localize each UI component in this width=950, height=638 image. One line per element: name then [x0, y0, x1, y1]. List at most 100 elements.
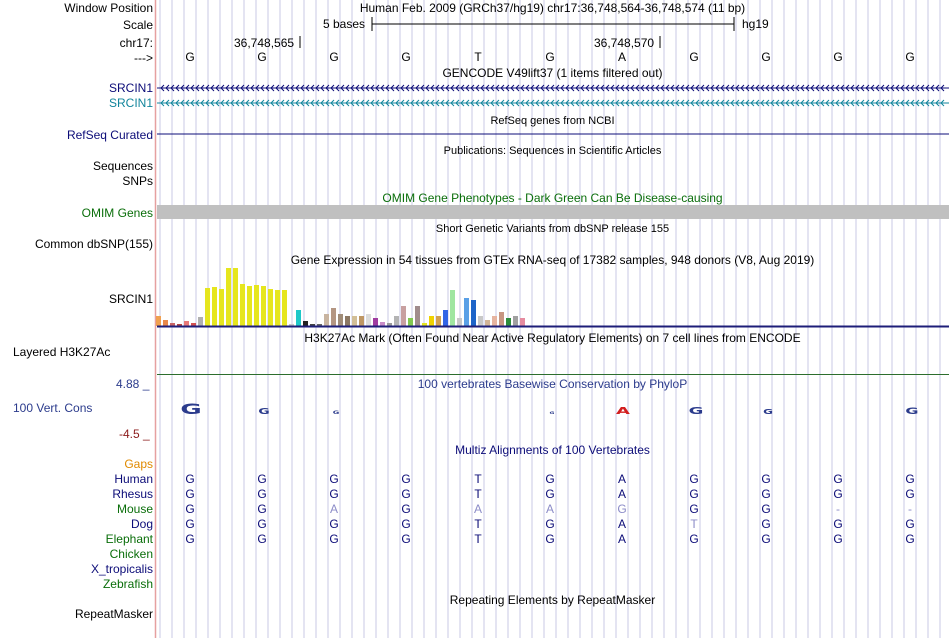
refseq-track-title: RefSeq genes from NCBI	[490, 115, 615, 127]
gtex-tissue-bar	[247, 286, 252, 326]
gtex-tissue-bar	[275, 290, 280, 326]
gtex-tissue-bar	[520, 318, 525, 326]
multiz-aligned-base: G	[257, 532, 267, 546]
multiz-aligned-base: G	[833, 532, 843, 546]
reference-base: T	[474, 50, 482, 64]
gtex-tissue-bar	[359, 316, 364, 326]
reference-base: G	[545, 50, 555, 64]
publications-label-snps[interactable]: SNPs	[122, 174, 153, 188]
refseq-track-label[interactable]: RefSeq Curated	[67, 128, 153, 142]
phylop-logo-letter: G	[333, 410, 340, 415]
multiz-aligned-base: G	[329, 517, 339, 531]
multiz-aligned-base: -	[908, 502, 912, 516]
gencode-track-title: GENCODE V49lift37 (1 items filtered out)	[442, 66, 663, 80]
gtex-tissue-bar	[478, 316, 483, 326]
reference-base: G	[761, 50, 771, 64]
gtex-track-label[interactable]: SRCIN1	[109, 292, 153, 306]
multiz-aligned-base: -	[836, 502, 840, 516]
multiz-aligned-base: G	[257, 487, 267, 501]
gtex-tissue-bar	[261, 286, 266, 326]
multiz-aligned-base: G	[761, 487, 771, 501]
multiz-aligned-base: G	[401, 487, 411, 501]
gtex-tissue-bar	[429, 316, 434, 326]
gtex-tissue-bar	[303, 321, 308, 326]
multiz-species-label[interactable]: Chicken	[110, 547, 153, 561]
gtex-tissue-bar	[492, 316, 497, 326]
multiz-aligned-base: G	[545, 487, 555, 501]
reference-base: G	[257, 50, 267, 64]
dbsnp-track-label[interactable]: Common dbSNP(155)	[35, 237, 153, 251]
phylop-logo-letter: G	[258, 407, 269, 416]
phylop-logo-letter: A	[616, 406, 631, 417]
multiz-gaps-label[interactable]: Gaps	[124, 457, 153, 471]
reference-base: G	[329, 50, 339, 64]
multiz-aligned-base: G	[761, 472, 771, 486]
phylop-min-label: -4.5 _	[119, 427, 150, 441]
multiz-aligned-base: G	[257, 472, 267, 486]
multiz-species-label[interactable]: Rhesus	[112, 487, 153, 501]
multiz-aligned-base: G	[689, 502, 699, 516]
phylop-logo-letter: G	[550, 411, 555, 415]
gtex-tissue-bar	[219, 289, 224, 326]
gtex-tissue-bar	[380, 322, 385, 326]
gtex-tissue-bar	[471, 300, 476, 326]
omim-track-title: OMIM Gene Phenotypes - Dark Green Can Be…	[382, 191, 723, 205]
multiz-aligned-base: A	[545, 502, 554, 516]
gtex-tissue-bar	[233, 268, 238, 326]
gtex-track-title: Gene Expression in 54 tissues from GTEx …	[290, 253, 815, 267]
multiz-aligned-base: G	[401, 532, 411, 546]
publications-label-sequences[interactable]: Sequences	[93, 159, 153, 173]
gencode-item-label-2[interactable]: SRCIN1	[109, 96, 153, 110]
multiz-aligned-base: G	[257, 517, 267, 531]
multiz-species-label[interactable]: X_tropicalis	[91, 562, 153, 576]
gtex-tissue-bar	[163, 320, 168, 326]
gtex-tissue-bar	[205, 288, 210, 326]
multiz-species-label[interactable]: Dog	[131, 517, 153, 531]
gencode-item-label-1[interactable]: SRCIN1	[109, 81, 153, 95]
multiz-species-label[interactable]: Zebrafish	[103, 577, 153, 591]
multiz-aligned-base: G	[689, 472, 699, 486]
gtex-tissue-bar	[268, 289, 273, 326]
multiz-aligned-base: G	[833, 487, 843, 501]
gtex-tissue-bar	[282, 290, 287, 326]
gtex-tissue-bar	[352, 316, 357, 326]
multiz-species-label[interactable]: Elephant	[106, 532, 153, 546]
gtex-tissue-bar	[457, 318, 462, 326]
multiz-aligned-base: A	[329, 502, 338, 516]
gtex-tissue-bar	[324, 314, 329, 326]
genome-browser-image[interactable]: GGGGAGGG Window Position Human Feb. 2009…	[0, 0, 950, 638]
reference-base: G	[689, 50, 699, 64]
window-position-text: Human Feb. 2009 (GRCh37/hg19) chr17:36,7…	[359, 1, 746, 15]
multiz-aligned-base: G	[761, 502, 771, 516]
repeatmasker-track-label[interactable]: RepeatMasker	[75, 607, 153, 621]
multiz-aligned-base: G	[761, 532, 771, 546]
gtex-tissue-bar	[366, 314, 371, 326]
multiz-aligned-base: G	[833, 472, 843, 486]
phylop-max-label: 4.88 _	[116, 377, 150, 391]
multiz-aligned-base: G	[185, 532, 195, 546]
multiz-aligned-base: G	[185, 517, 195, 531]
reference-base: G	[833, 50, 843, 64]
multiz-aligned-base: G	[545, 532, 555, 546]
multiz-aligned-base: G	[329, 532, 339, 546]
phylop-track-label[interactable]: 100 Vert. Cons	[13, 401, 92, 415]
strand-label: --->	[134, 51, 153, 65]
multiz-aligned-base: G	[761, 517, 771, 531]
phylop-track-title: 100 vertebrates Basewise Conservation by…	[417, 377, 688, 391]
gtex-tissue-bar	[254, 285, 259, 326]
multiz-aligned-base: G	[401, 472, 411, 486]
coord-label-2: 36,748,570	[594, 36, 655, 50]
multiz-aligned-base: G	[905, 517, 915, 531]
coord-label-1: 36,748,565	[234, 36, 295, 50]
dbsnp-track-title: Short Genetic Variants from dbSNP releas…	[435, 223, 670, 235]
multiz-aligned-base: G	[401, 502, 411, 516]
multiz-species-label[interactable]: Mouse	[117, 502, 153, 516]
gtex-tissue-bar	[156, 316, 161, 326]
multiz-aligned-base: G	[905, 472, 915, 486]
omim-track-label[interactable]: OMIM Genes	[82, 206, 153, 220]
h3k27ac-track-label[interactable]: Layered H3K27Ac	[13, 345, 110, 359]
multiz-aligned-base: G	[257, 502, 267, 516]
multiz-species-label[interactable]: Human	[114, 472, 153, 486]
multiz-aligned-base: G	[689, 487, 699, 501]
multiz-aligned-base: G	[905, 487, 915, 501]
